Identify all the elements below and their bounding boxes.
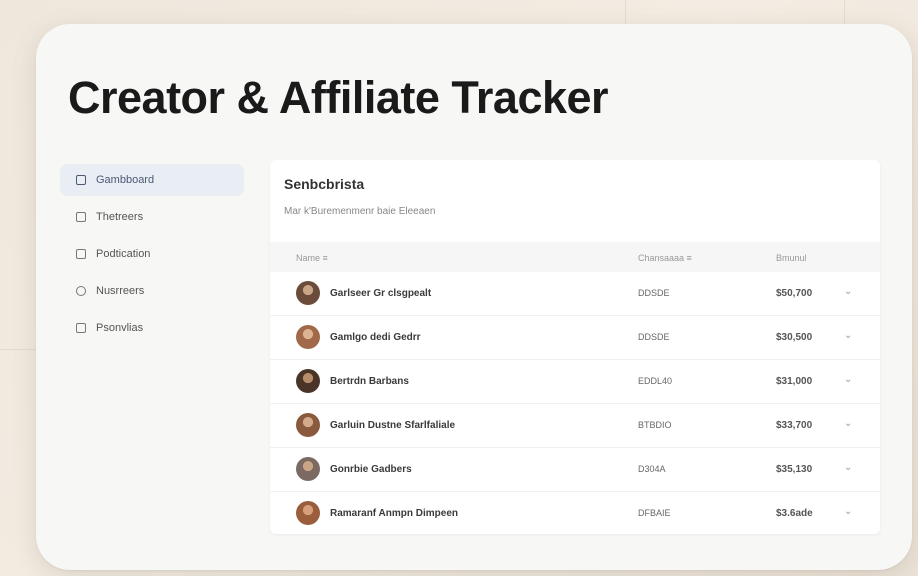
creator-amount: $31,000 — [776, 376, 813, 387]
avatar — [296, 457, 320, 481]
grid-icon — [76, 212, 86, 222]
square-icon — [76, 323, 86, 333]
panel-title: Senbcbrista — [284, 176, 365, 192]
creator-name: Garlseer Gr clsgpealt — [330, 288, 432, 299]
creator-code: DDSDE — [638, 332, 670, 342]
avatar — [296, 369, 320, 393]
creator-name: Gonrbie Gadbers — [330, 464, 412, 475]
panel-subtitle: Mar k'Buremenmenr baie Eleeaen — [284, 206, 436, 217]
chevron-down-icon[interactable]: ⌄ — [844, 418, 852, 429]
creator-code: EDDL40 — [638, 376, 673, 386]
table-row[interactable]: Garluin Dustne Sfarlfaliale BTBDIO $33,7… — [270, 404, 880, 448]
creator-name: Bertrdn Barbans — [330, 376, 409, 387]
avatar — [296, 281, 320, 305]
creator-amount: $30,500 — [776, 332, 813, 343]
chevron-down-icon[interactable]: ⌄ — [844, 462, 852, 473]
sidebar-item-podtication[interactable]: Podtication — [60, 238, 244, 270]
table-row[interactable]: Garlseer Gr clsgpealt DDSDE $50,700 ⌄ — [270, 272, 880, 316]
app-title: Creator & Affiliate Tracker — [68, 72, 609, 123]
chevron-down-icon[interactable]: ⌄ — [844, 374, 852, 385]
sidebar-item-thetreers[interactable]: Thetreers — [60, 201, 244, 233]
column-header-channel[interactable]: Chansaaaa ≡ — [638, 253, 692, 263]
table-row[interactable]: Ramaranf Anmpn Dimpeen DFBAIE $3.6ade ⌄ — [270, 492, 880, 536]
table-row[interactable]: Bertrdn Barbans EDDL40 $31,000 ⌄ — [270, 360, 880, 404]
settings-icon — [76, 286, 86, 296]
grid-icon — [76, 249, 86, 259]
creator-amount: $33,700 — [776, 420, 813, 431]
table-row[interactable]: Gonrbie Gadbers D304A $35,130 ⌄ — [270, 448, 880, 492]
creators-panel: Senbcbrista Mar k'Buremenmenr baie Eleea… — [270, 160, 880, 534]
creator-amount: $35,130 — [776, 464, 813, 475]
column-header-amount[interactable]: Bmunul — [776, 253, 807, 263]
avatar — [296, 325, 320, 349]
sidebar: Gambboard Thetreers Podtication Nusrreer… — [60, 164, 244, 349]
creator-code: DFBAIE — [638, 508, 671, 518]
creator-code: DDSDE — [638, 288, 670, 298]
creator-code: BTBDIO — [638, 420, 672, 430]
avatar — [296, 501, 320, 525]
dashboard-icon — [76, 175, 86, 185]
avatar — [296, 413, 320, 437]
sidebar-item-label: Nusrreers — [96, 285, 145, 297]
sidebar-item-label: Podtication — [96, 248, 151, 260]
sidebar-item-label: Thetreers — [96, 211, 144, 223]
creator-amount: $50,700 — [776, 288, 813, 299]
sidebar-item-dashboard[interactable]: Gambboard — [60, 164, 244, 196]
sidebar-item-label: Psonvlias — [96, 322, 144, 334]
table-header: Name ≡ Chansaaaa ≡ Bmunul — [270, 242, 880, 272]
chevron-down-icon[interactable]: ⌄ — [844, 286, 852, 297]
sidebar-item-label: Gambboard — [96, 174, 155, 186]
column-header-name[interactable]: Name ≡ — [296, 253, 328, 263]
creator-name: Ramaranf Anmpn Dimpeen — [330, 508, 458, 519]
chevron-down-icon[interactable]: ⌄ — [844, 506, 852, 517]
creator-name: Gamlgo dedi Gedrr — [330, 332, 421, 343]
app-window: Creator & Affiliate Tracker Gambboard Th… — [36, 24, 912, 570]
creator-amount: $3.6ade — [776, 508, 813, 519]
chevron-down-icon[interactable]: ⌄ — [844, 330, 852, 341]
sidebar-item-nusrreers[interactable]: Nusrreers — [60, 275, 244, 307]
creator-code: D304A — [638, 464, 666, 474]
table-row[interactable]: Gamlgo dedi Gedrr DDSDE $30,500 ⌄ — [270, 316, 880, 360]
sidebar-item-psonvlias[interactable]: Psonvlias — [60, 312, 244, 344]
creator-name: Garluin Dustne Sfarlfaliale — [330, 420, 456, 431]
